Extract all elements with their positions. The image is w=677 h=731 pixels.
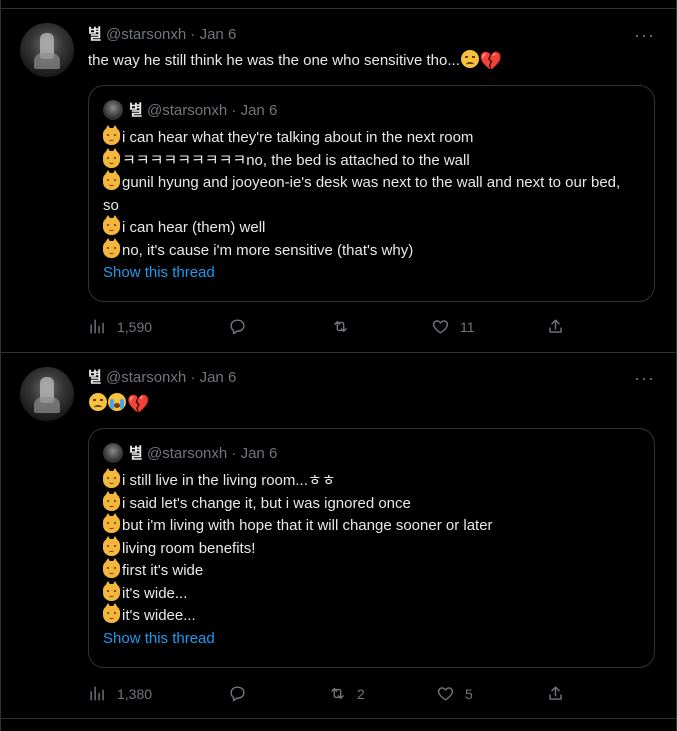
cat-emoji-icon bbox=[103, 490, 120, 511]
reply-icon bbox=[230, 686, 245, 702]
avatar[interactable] bbox=[20, 23, 74, 77]
quoted-line: first it's wide bbox=[103, 558, 493, 583]
broken-heart-emoji-icon: 💔 bbox=[479, 51, 503, 71]
retweet-count: 2 bbox=[357, 685, 365, 702]
views-icon bbox=[90, 319, 104, 334]
display-name[interactable]: 별 bbox=[88, 369, 102, 386]
cat-emoji-icon bbox=[103, 147, 120, 168]
quoted-line: Show this thread bbox=[103, 628, 493, 651]
quoted-timestamp: Jan 6 bbox=[240, 102, 278, 119]
quoted-line: i can hear what they're talking about in… bbox=[103, 125, 633, 150]
retweet-button[interactable] bbox=[331, 317, 360, 336]
reply-button[interactable] bbox=[228, 317, 257, 336]
show-thread-link[interactable]: Show this thread bbox=[103, 630, 215, 647]
avatar[interactable] bbox=[20, 367, 74, 421]
quoted-line: but i'm living with hope that it will ch… bbox=[103, 513, 493, 538]
cat-emoji-icon bbox=[103, 170, 120, 190]
tweet-header: 별 @starsonxh · Jan 6 bbox=[88, 25, 236, 45]
like-button[interactable]: 11 bbox=[431, 317, 475, 336]
quoted-tweet[interactable]: 별 @starsonxh · Jan 6 i can hear what the… bbox=[88, 85, 655, 302]
heart-icon bbox=[432, 320, 449, 334]
more-options-icon[interactable]: ··· bbox=[634, 26, 655, 44]
views-button[interactable]: 1,380 bbox=[88, 684, 152, 703]
views-button[interactable]: 1,590 bbox=[88, 317, 152, 336]
cat-emoji-icon bbox=[103, 580, 120, 601]
cat-emoji-icon bbox=[103, 603, 120, 623]
tweet-text-body: the way he still think he was the one wh… bbox=[88, 52, 460, 69]
quoted-handle: @starsonxh bbox=[146, 102, 228, 119]
broken-heart-emoji-icon: 💔 bbox=[127, 394, 150, 414]
timestamp[interactable]: Jan 6 bbox=[200, 369, 237, 386]
sad-face-emoji-icon bbox=[460, 50, 479, 68]
quoted-line: i still live in the living room...ㅎㅎ bbox=[103, 468, 493, 493]
tweet-header: 별 @starsonxh · Jan 6 bbox=[88, 368, 236, 388]
quoted-avatar bbox=[103, 443, 123, 463]
show-thread-link[interactable]: Show this thread bbox=[103, 264, 215, 281]
cat-emoji-icon bbox=[103, 125, 120, 145]
quoted-avatar bbox=[103, 100, 123, 120]
reply-icon bbox=[230, 319, 245, 335]
retweet-icon bbox=[334, 321, 347, 332]
quoted-line: Show this thread bbox=[103, 262, 633, 285]
share-icon bbox=[549, 686, 562, 700]
retweet-icon bbox=[331, 688, 344, 699]
display-name[interactable]: 별 bbox=[88, 26, 102, 43]
crying-face-emoji-icon bbox=[108, 393, 126, 411]
cat-emoji-icon bbox=[103, 215, 120, 235]
separator-dot: · bbox=[231, 445, 237, 462]
reply-button[interactable] bbox=[228, 684, 257, 703]
quoted-line: i said let's change it, but i was ignore… bbox=[103, 490, 493, 516]
quoted-tweet-header: 별 @starsonxh · Jan 6 bbox=[103, 443, 277, 464]
tweet-text: the way he still think he was the one wh… bbox=[88, 50, 502, 71]
views-icon bbox=[90, 686, 104, 701]
cat-emoji-icon bbox=[103, 558, 120, 578]
quoted-line: ㅋㅋㅋㅋㅋㅋㅋㅋㅋno, the bed is attached to the … bbox=[103, 147, 633, 173]
quoted-tweet[interactable]: 별 @starsonxh · Jan 6 i still live in the… bbox=[88, 428, 655, 668]
quoted-line: i can hear (them) well bbox=[103, 215, 633, 240]
like-count: 5 bbox=[465, 685, 473, 702]
quoted-timestamp: Jan 6 bbox=[240, 445, 278, 462]
heart-icon bbox=[437, 687, 454, 701]
sad-face-emoji-icon bbox=[89, 393, 107, 411]
handle[interactable]: @starsonxh bbox=[106, 369, 186, 386]
quoted-line: it's widee... bbox=[103, 603, 493, 628]
cat-emoji-icon bbox=[103, 513, 120, 533]
views-count: 1,380 bbox=[117, 685, 153, 702]
tweet-actions: 1,380 2 5 bbox=[88, 684, 677, 704]
separator-dot: · bbox=[190, 369, 196, 386]
tweet[interactable]: 별 @starsonxh · Jan 6 ··· 💔 별 @starsonxh … bbox=[0, 353, 677, 718]
quoted-tweet-body: i can hear what they're talking about in… bbox=[103, 125, 633, 285]
separator-dot: · bbox=[190, 26, 196, 43]
quoted-handle: @starsonxh bbox=[146, 445, 228, 462]
tweet-actions: 1,590 11 bbox=[88, 317, 677, 337]
like-count: 11 bbox=[460, 318, 475, 335]
views-count: 1,590 bbox=[117, 318, 153, 335]
like-button[interactable]: 5 bbox=[436, 684, 473, 703]
retweet-button[interactable]: 2 bbox=[328, 684, 365, 703]
separator-dot: · bbox=[231, 102, 237, 119]
quoted-tweet-header: 별 @starsonxh · Jan 6 bbox=[103, 100, 277, 121]
quoted-display-name: 별 bbox=[129, 445, 143, 462]
quoted-display-name: 별 bbox=[129, 102, 143, 119]
tweet-text: 💔 bbox=[88, 393, 149, 414]
share-icon bbox=[549, 319, 562, 333]
cat-emoji-icon bbox=[103, 468, 120, 488]
quoted-line: living room benefits! bbox=[103, 535, 493, 561]
cat-emoji-icon bbox=[103, 237, 120, 258]
quoted-tweet-body: i still live in the living room...ㅎㅎ i s… bbox=[103, 468, 493, 651]
quoted-line: no, it's cause i'm more sensitive (that'… bbox=[103, 237, 633, 263]
cat-emoji-icon bbox=[103, 535, 120, 556]
timestamp[interactable]: Jan 6 bbox=[200, 26, 237, 43]
tweet-divider bbox=[0, 718, 677, 719]
handle[interactable]: @starsonxh bbox=[106, 26, 186, 43]
more-options-icon[interactable]: ··· bbox=[634, 369, 655, 387]
share-button[interactable] bbox=[546, 317, 565, 336]
share-button[interactable] bbox=[546, 684, 565, 703]
tweet[interactable]: 별 @starsonxh · Jan 6 ··· the way he stil… bbox=[0, 9, 677, 352]
quoted-line: it's wide... bbox=[103, 580, 493, 606]
quoted-line: gunil hyung and jooyeon-ie's desk was ne… bbox=[103, 170, 621, 214]
